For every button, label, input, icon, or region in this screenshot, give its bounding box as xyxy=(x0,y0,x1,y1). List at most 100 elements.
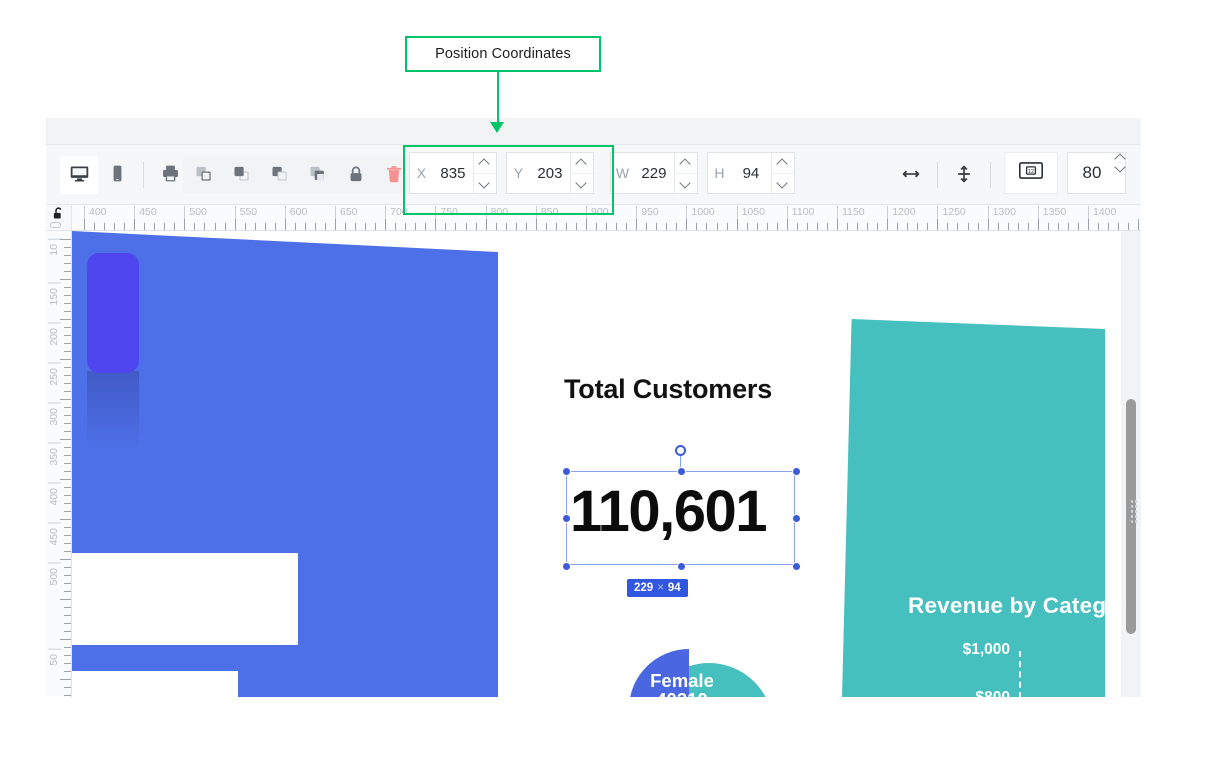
h-field-stepper[interactable] xyxy=(770,153,794,194)
resize-handle-bottom-left[interactable] xyxy=(562,562,571,571)
y-tick-label: $1,000 xyxy=(962,641,1010,658)
monitor-icon xyxy=(69,163,90,187)
h-field-value[interactable]: 94 xyxy=(731,153,771,193)
ruler-v-tick xyxy=(60,519,71,520)
ruler-h-tick xyxy=(997,223,999,230)
ruler-v-tick xyxy=(60,479,71,480)
ruler-h-tick xyxy=(84,219,85,230)
y-field-label: Y xyxy=(513,165,524,181)
ruler-corner[interactable] xyxy=(46,205,72,231)
zoom-stepper-down[interactable] xyxy=(1116,163,1125,172)
resize-handle-bottom-right[interactable] xyxy=(792,562,801,571)
ruler-h-tick xyxy=(626,223,628,230)
ruler-h-tick xyxy=(124,223,126,230)
resize-handle-mid-left[interactable] xyxy=(562,514,571,523)
send-backward-button[interactable] xyxy=(261,156,299,194)
ruler-h-tick xyxy=(937,219,939,230)
ruler-h-tick xyxy=(917,223,919,230)
selection-bounding-box[interactable] xyxy=(562,467,801,571)
revenue-panel[interactable]: Revenue by Category $1,000 $800 $600 $40… xyxy=(842,319,1141,697)
ruler-v-tick xyxy=(64,551,71,552)
x-stepper-down[interactable] xyxy=(474,174,496,194)
ruler-h-label: 1050 xyxy=(736,206,765,219)
ruler-h-tick xyxy=(596,223,598,230)
screen-size-button[interactable]: 12 xyxy=(1004,152,1058,194)
ruler-h-tick xyxy=(515,223,517,230)
mobile-view-button[interactable] xyxy=(98,156,136,194)
height-field[interactable]: H 94 xyxy=(707,152,795,194)
resize-handle-bottom-center[interactable] xyxy=(677,562,686,571)
vertical-scrollbar-track[interactable] xyxy=(1121,231,1141,697)
ruler-h-tick xyxy=(535,219,537,230)
zoom-stepper[interactable] xyxy=(1116,153,1125,193)
mobile-icon xyxy=(107,163,128,187)
send-to-back-button[interactable] xyxy=(299,156,337,194)
ruler-h-tick xyxy=(746,223,748,230)
x-position-field[interactable]: X 835 xyxy=(409,152,497,194)
width-field[interactable]: W 229 xyxy=(610,152,698,194)
ruler-h-label: 1350 xyxy=(1037,206,1066,219)
x-field-value[interactable]: 835 xyxy=(433,153,473,193)
ruler-h-tick xyxy=(977,223,979,230)
ruler-h-tick xyxy=(837,219,838,230)
w-stepper-down[interactable] xyxy=(675,174,697,194)
w-field-stepper[interactable] xyxy=(673,153,697,194)
delete-button[interactable] xyxy=(375,156,413,194)
y-stepper-down[interactable] xyxy=(571,174,593,194)
bring-forward-button[interactable] xyxy=(185,156,223,194)
ruler-v-label: 10 xyxy=(48,239,61,256)
pie-label-female-value: 40310 xyxy=(627,690,737,697)
blue-rounded-card[interactable] xyxy=(87,253,139,373)
zoom-value[interactable]: 80 xyxy=(1068,153,1116,193)
resize-grip-icon[interactable] xyxy=(1130,499,1138,525)
app-window: X 835 Y 203 W 229 H 94 12 80 400 450 500… xyxy=(46,118,1141,697)
resize-handle-mid-right[interactable] xyxy=(792,514,801,523)
ruler-h-tick xyxy=(616,223,618,230)
ruler-h-label: 1200 xyxy=(887,206,916,219)
w-stepper-up[interactable] xyxy=(674,153,697,174)
ruler-v-tick xyxy=(64,487,71,488)
vertical-ruler[interactable]: 10 150 200 250 300 350 400 450 500 50 xyxy=(46,231,72,697)
y-field-value[interactable]: 203 xyxy=(530,153,570,193)
zoom-field[interactable]: 80 xyxy=(1067,152,1126,194)
h-stepper-down[interactable] xyxy=(772,174,794,194)
resize-handle-top-center[interactable] xyxy=(677,467,686,476)
ruler-h-label: 1400 xyxy=(1088,206,1116,219)
resize-handle-top-left[interactable] xyxy=(562,467,571,476)
printer-icon xyxy=(160,163,181,187)
ruler-h-tick xyxy=(967,223,969,230)
w-field-value[interactable]: 229 xyxy=(634,153,674,193)
horizontal-ruler[interactable]: 400 450 500 550 600 650 700 750 800 850 900 950 1000… xyxy=(72,205,1141,231)
h-stepper-up[interactable] xyxy=(771,153,794,174)
y-position-field[interactable]: Y 203 xyxy=(506,152,594,194)
h-field-label: H xyxy=(714,165,725,181)
ruler-v-tick xyxy=(64,263,71,264)
design-canvas[interactable]: Revenue by Category $1,000 $800 $600 $40… xyxy=(72,231,1141,697)
distribute-vertical-button[interactable] xyxy=(945,156,983,194)
ruler-h-tick xyxy=(144,223,146,230)
ruler-h-tick xyxy=(214,223,216,230)
ruler-v-tick xyxy=(60,559,71,560)
lock-button[interactable] xyxy=(337,156,375,194)
ruler-v-label: 450 xyxy=(48,523,61,546)
ruler-h-tick xyxy=(455,223,457,230)
x-stepper-up[interactable] xyxy=(473,153,496,174)
y-stepper-up[interactable] xyxy=(570,153,593,174)
ruler-h-tick xyxy=(304,223,306,230)
desktop-view-button[interactable] xyxy=(60,156,98,194)
distribute-horizontal-button[interactable] xyxy=(892,156,930,194)
y-field-stepper[interactable] xyxy=(569,153,593,194)
ruler-h-tick xyxy=(656,223,658,230)
ruler-v-tick xyxy=(64,527,71,528)
ruler-h-tick xyxy=(927,223,929,230)
bring-to-front-button[interactable] xyxy=(223,156,261,194)
ruler-v-tick xyxy=(64,567,71,568)
ruler-marker xyxy=(50,222,61,228)
gender-pie-chart[interactable]: Female 40310 Male 70291 xyxy=(617,641,777,697)
x-field-stepper[interactable] xyxy=(472,153,496,194)
ruler-v-label: 400 xyxy=(48,483,61,506)
resize-handle-top-right[interactable] xyxy=(792,467,801,476)
ruler-h-tick xyxy=(1077,223,1079,230)
ruler-v-tick xyxy=(60,279,71,280)
rotation-handle[interactable] xyxy=(675,445,686,456)
